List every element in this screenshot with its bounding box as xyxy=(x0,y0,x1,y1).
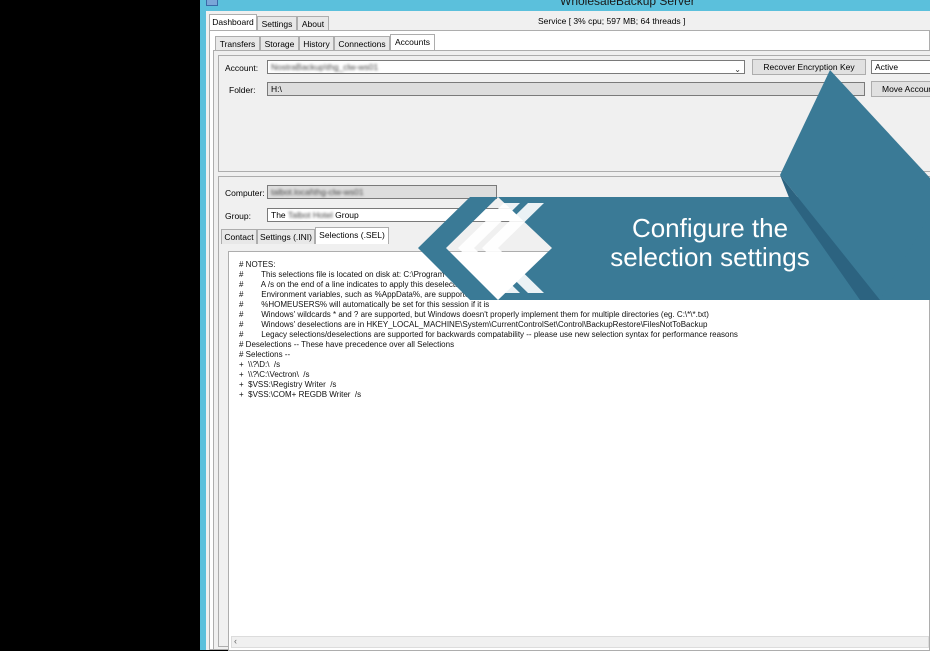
editor-line: + $VSS:\COM+ REGDB Writer /s xyxy=(239,390,362,399)
account-status-field[interactable]: Active xyxy=(871,60,930,74)
computer-field[interactable]: talbot.local\thg-clw-ws01 xyxy=(267,185,497,199)
service-status: Service [ 3% cpu; 597 MB; 64 threads ] xyxy=(538,16,686,26)
group-prefix: The xyxy=(271,210,286,220)
callout-text: Configure the selection settings xyxy=(560,214,860,272)
recover-encryption-key-button[interactable]: Recover Encryption Key xyxy=(752,59,866,75)
editor-line: # A /s on the end of a line indicates to… xyxy=(239,280,466,289)
title-bar: WholesaleBackup Server xyxy=(200,0,930,11)
tab-history[interactable]: History xyxy=(299,36,334,51)
callout-line-2: selection settings xyxy=(610,242,810,272)
editor-line: # Selections -- xyxy=(239,350,291,359)
chevron-left-icon[interactable]: ‹ xyxy=(234,636,237,646)
group-label: Group: xyxy=(225,211,251,221)
editor-line: + \\?\D:\ /s xyxy=(239,360,281,369)
chevron-down-icon: ⌄ xyxy=(734,65,741,74)
computer-label: Computer: xyxy=(225,188,265,198)
move-account-button[interactable]: Move Account xyxy=(871,81,930,97)
selections-editor[interactable]: # NOTES: # This selections file is locat… xyxy=(228,251,930,651)
account-label: Account: xyxy=(225,63,259,73)
tab-settings-ini[interactable]: Settings (.INI) xyxy=(257,229,315,244)
tab-about[interactable]: About xyxy=(297,16,329,31)
group-name-blurred: Talbot Hotel xyxy=(287,210,333,220)
app-icon xyxy=(206,0,218,6)
editor-line: + $VSS:\Registry Writer /s xyxy=(239,380,337,389)
computer-value: talbot.local\thg-clw-ws01 xyxy=(271,187,364,197)
client-area: Dashboard Settings About Service [ 3% cp… xyxy=(206,11,930,651)
tab-contact[interactable]: Contact xyxy=(221,229,257,244)
editor-line: # Environment variables, such as %AppDat… xyxy=(239,290,474,299)
tab-transfers[interactable]: Transfers xyxy=(215,36,260,51)
editor-line: # This selections file is located on dis… xyxy=(239,270,464,279)
application-window: WholesaleBackup Server Dashboard Setting… xyxy=(200,0,930,651)
horizontal-scrollbar[interactable]: ‹ xyxy=(231,636,929,648)
tab-dashboard[interactable]: Dashboard xyxy=(209,14,257,31)
editor-line: # Windows' deselections are in HKEY_LOCA… xyxy=(239,320,708,329)
editor-line: # %HOMEUSERS% will automatically be set … xyxy=(239,300,490,309)
editor-line: # Deselections -- These have precedence … xyxy=(239,340,455,349)
tab-selections-sel[interactable]: Selections (.SEL) xyxy=(315,227,389,244)
account-select[interactable]: NostraBackup\thg_clw-ws01 ⌄ xyxy=(267,60,745,74)
tab-storage[interactable]: Storage xyxy=(260,36,299,51)
account-value: NostraBackup\thg_clw-ws01 xyxy=(271,62,379,72)
editor-line: # Windows' wildcards * and ? are support… xyxy=(239,310,709,319)
window-title: WholesaleBackup Server xyxy=(560,0,695,8)
editor-line: # Legacy selections/deselections are sup… xyxy=(239,330,738,339)
folder-field[interactable]: H:\ xyxy=(267,82,865,96)
account-group: Account: NostraBackup\thg_clw-ws01 ⌄ Rec… xyxy=(218,55,930,172)
editor-line: # NOTES: xyxy=(239,260,276,269)
group-suffix: Group xyxy=(335,210,359,220)
tab-settings[interactable]: Settings xyxy=(257,16,297,31)
tab-accounts[interactable]: Accounts xyxy=(390,34,435,51)
folder-label: Folder: xyxy=(229,85,256,95)
editor-line: + \\?\C:\Vectron\ /s xyxy=(239,370,310,379)
callout-line-1: Configure the xyxy=(631,213,789,243)
tab-connections[interactable]: Connections xyxy=(334,36,390,51)
